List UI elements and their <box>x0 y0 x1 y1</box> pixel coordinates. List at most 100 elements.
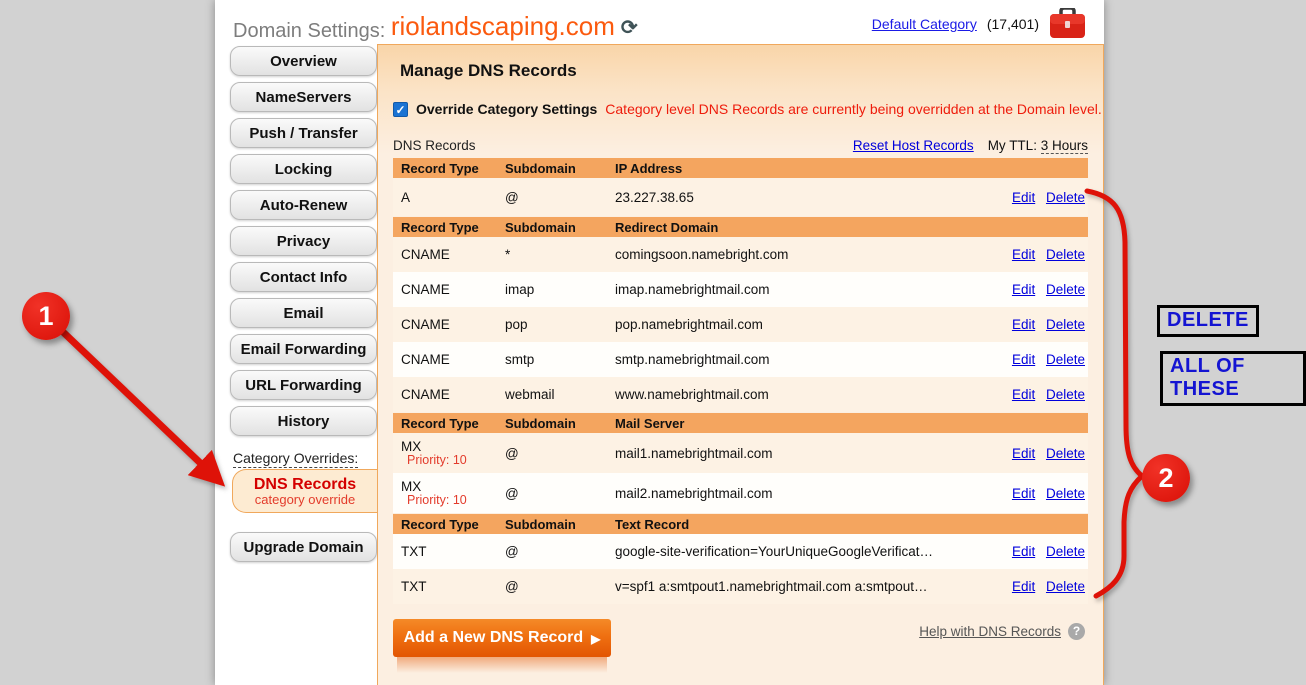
delete-link[interactable]: Delete <box>1046 247 1085 262</box>
content-title: Manage DNS Records <box>400 61 577 81</box>
override-warning-text: Category level DNS Records are currently… <box>605 101 1101 117</box>
record-type-cell: CNAME <box>393 317 505 332</box>
sidebar-item-nameservers[interactable]: NameServers <box>230 82 377 112</box>
record-type-cell: MX <box>401 479 505 494</box>
reset-host-records-link[interactable]: Reset Host Records <box>853 138 974 153</box>
table-section-header: Record Type Subdomain Text Record <box>393 514 1088 534</box>
help-dns-records-link[interactable]: Help with DNS Records <box>919 624 1061 639</box>
sidebar-item-history[interactable]: History <box>230 406 377 436</box>
briefcase-icon <box>1049 8 1086 39</box>
record-type-cell: A <box>393 190 505 205</box>
sidebar-item-dns-records[interactable]: DNS Records category override <box>232 469 377 513</box>
category-overrides-label: Category Overrides: <box>233 450 358 468</box>
delete-link[interactable]: Delete <box>1046 446 1085 461</box>
sidebar-item-label: NameServers <box>256 89 352 106</box>
sidebar-item-locking[interactable]: Locking <box>230 154 377 184</box>
col-header-value: Redirect Domain <box>615 220 996 235</box>
edit-link[interactable]: Edit <box>1012 317 1035 332</box>
default-category-link[interactable]: Default Category <box>872 16 977 32</box>
delete-link[interactable]: Delete <box>1046 190 1085 205</box>
edit-link[interactable]: Edit <box>1012 387 1035 402</box>
col-header-subdomain: Subdomain <box>505 161 615 176</box>
col-header-record-type: Record Type <box>393 517 505 532</box>
delete-link[interactable]: Delete <box>1046 387 1085 402</box>
subdomain-cell: @ <box>505 486 615 501</box>
edit-link[interactable]: Edit <box>1012 446 1035 461</box>
mx-priority-label: Priority: 10 <box>401 494 505 507</box>
table-row: A @ 23.227.38.65 Edit Delete <box>393 178 1088 216</box>
edit-link[interactable]: Edit <box>1012 282 1035 297</box>
subdomain-cell: @ <box>505 190 615 205</box>
table-row: CNAME imap imap.namebrightmail.com Edit … <box>393 272 1088 307</box>
delete-link[interactable]: Delete <box>1046 544 1085 559</box>
sidebar-item-email[interactable]: Email <box>230 298 377 328</box>
sidebar-item-overview[interactable]: Overview <box>230 46 377 76</box>
category-count: (17,401) <box>987 16 1039 32</box>
ttl-value[interactable]: 3 Hours <box>1041 138 1088 154</box>
value-cell: www.namebrightmail.com <box>615 387 996 402</box>
domain-name: riolandscaping.com <box>391 11 615 41</box>
table-section-header: Record Type Subdomain Mail Server <box>393 413 1088 433</box>
page-header: Domain Settings: riolandscaping.com⟳ Def… <box>215 0 1104 43</box>
mx-priority-label: Priority: 10 <box>401 454 505 467</box>
value-cell: comingsoon.namebright.com <box>615 247 996 262</box>
upgrade-domain-button[interactable]: Upgrade Domain <box>230 532 377 562</box>
subdomain-cell: webmail <box>505 387 615 402</box>
value-cell: mail1.namebrightmail.com <box>615 446 996 461</box>
dns-content-panel: Manage DNS Records ✓ Override Category S… <box>377 44 1104 685</box>
edit-link[interactable]: Edit <box>1012 544 1035 559</box>
delete-link[interactable]: Delete <box>1046 352 1085 367</box>
record-type-cell: TXT <box>393 544 505 559</box>
upgrade-domain-label: Upgrade Domain <box>243 539 363 556</box>
table-row: CNAME webmail www.namebrightmail.com Edi… <box>393 377 1088 412</box>
arrow-right-icon: ▶ <box>591 632 600 646</box>
sidebar-item-privacy[interactable]: Privacy <box>230 226 377 256</box>
table-row: MX Priority: 10 @ mail1.namebrightmail.c… <box>393 433 1088 473</box>
step1-arrow <box>62 331 215 477</box>
value-cell: google-site-verification=YourUniqueGoogl… <box>615 544 996 559</box>
add-dns-record-button[interactable]: Add a New DNS Record ▶ <box>393 619 611 657</box>
step1-badge: 1 <box>22 292 70 340</box>
subdomain-cell: pop <box>505 317 615 332</box>
table-row: CNAME smtp smtp.namebrightmail.com Edit … <box>393 342 1088 377</box>
value-cell: v=spf1 a:smtpout1.namebrightmail.com a:s… <box>615 579 996 594</box>
record-type-cell: MX <box>401 439 505 454</box>
edit-link[interactable]: Edit <box>1012 486 1035 501</box>
annotation-note-delete: DELETE <box>1157 305 1259 337</box>
table-section-header: Record Type Subdomain Redirect Domain <box>393 217 1088 237</box>
table-row: MX Priority: 10 @ mail2.namebrightmail.c… <box>393 473 1088 513</box>
col-header-record-type: Record Type <box>393 416 505 431</box>
sidebar-item-email-forwarding[interactable]: Email Forwarding <box>230 334 377 364</box>
sidebar-item-label: Contact Info <box>260 269 348 286</box>
refresh-icon[interactable]: ⟳ <box>621 17 638 39</box>
record-type-cell: CNAME <box>393 282 505 297</box>
sidebar-item-auto-renew[interactable]: Auto-Renew <box>230 190 377 220</box>
delete-link[interactable]: Delete <box>1046 579 1085 594</box>
sidebar-item-label: History <box>278 413 330 430</box>
sidebar-item-label: Email Forwarding <box>241 341 367 358</box>
value-cell: 23.227.38.65 <box>615 190 996 205</box>
subdomain-cell: smtp <box>505 352 615 367</box>
table-row: CNAME * comingsoon.namebright.com Edit D… <box>393 237 1088 272</box>
sidebar-item-label: Overview <box>270 53 337 70</box>
ttl-label: My TTL: 3 Hours <box>988 138 1088 153</box>
edit-link[interactable]: Edit <box>1012 247 1035 262</box>
edit-link[interactable]: Edit <box>1012 579 1035 594</box>
subdomain-cell: @ <box>505 544 615 559</box>
sidebar-item-contact-info[interactable]: Contact Info <box>230 262 377 292</box>
override-category-checkbox[interactable]: ✓ <box>393 102 408 117</box>
edit-link[interactable]: Edit <box>1012 190 1035 205</box>
delete-link[interactable]: Delete <box>1046 282 1085 297</box>
table-row: CNAME pop pop.namebrightmail.com Edit De… <box>393 307 1088 342</box>
dns-records-tab-title: DNS Records <box>254 476 356 493</box>
delete-link[interactable]: Delete <box>1046 317 1085 332</box>
value-cell: mail2.namebrightmail.com <box>615 486 996 501</box>
table-row: TXT @ v=spf1 a:smtpout1.namebrightmail.c… <box>393 569 1088 604</box>
record-type-cell: CNAME <box>393 247 505 262</box>
dns-records-tab-subtitle: category override <box>255 493 355 507</box>
edit-link[interactable]: Edit <box>1012 352 1035 367</box>
delete-link[interactable]: Delete <box>1046 486 1085 501</box>
sidebar-item-push-transfer[interactable]: Push / Transfer <box>230 118 377 148</box>
sidebar-item-url-forwarding[interactable]: URL Forwarding <box>230 370 377 400</box>
question-mark-icon[interactable]: ? <box>1068 623 1085 640</box>
